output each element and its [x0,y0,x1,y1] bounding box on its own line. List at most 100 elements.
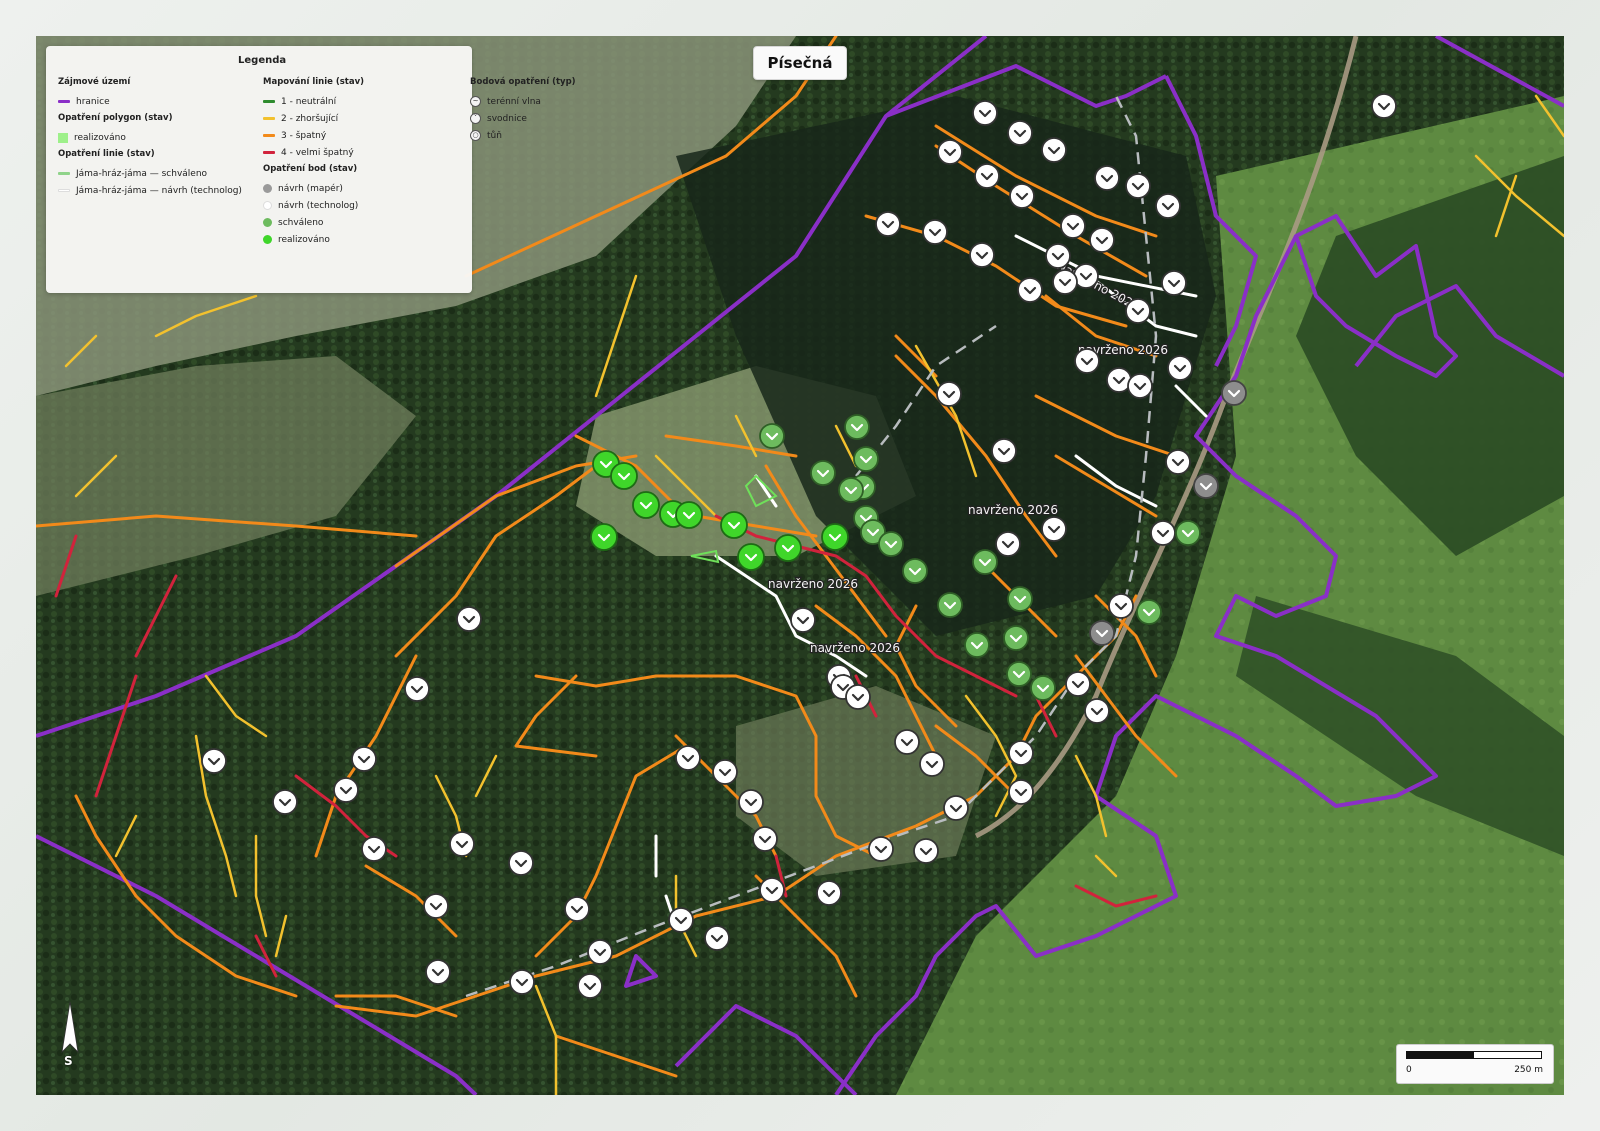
point-marker[interactable] [1052,269,1078,295]
point-marker[interactable] [816,880,842,906]
point-marker[interactable] [853,446,879,472]
point-marker[interactable] [737,543,765,571]
point-marker[interactable] [1017,277,1043,303]
point-marker[interactable] [1009,183,1035,209]
point-marker[interactable] [632,491,660,519]
point-marker[interactable] [1041,137,1067,163]
point-marker[interactable] [361,836,387,862]
point-marker[interactable] [610,462,638,490]
point-marker[interactable] [1008,740,1034,766]
point-marker[interactable] [894,729,920,755]
point-marker[interactable] [964,632,990,658]
point-marker[interactable] [675,745,701,771]
point-marker[interactable] [922,219,948,245]
point-marker[interactable] [972,100,998,126]
line-swatch [263,134,275,137]
line-swatch [58,172,70,175]
point-marker[interactable] [1108,593,1134,619]
point-marker[interactable] [1007,586,1033,612]
point-marker[interactable] [1089,227,1115,253]
point-marker[interactable] [790,607,816,633]
point-marker[interactable] [1065,671,1091,697]
point-marker[interactable] [1003,625,1029,651]
point-marker[interactable] [774,534,802,562]
point-marker[interactable] [1045,243,1071,269]
point-marker[interactable] [974,163,1000,189]
point-marker[interactable] [991,438,1017,464]
point-marker[interactable] [1155,193,1181,219]
point-marker[interactable] [590,523,618,551]
point-marker[interactable] [838,477,864,503]
point-marker[interactable] [845,684,871,710]
point-marker[interactable] [404,676,430,702]
point-marker[interactable] [1167,355,1193,381]
point-marker[interactable] [752,826,778,852]
point-marker[interactable] [508,850,534,876]
marker-circle [668,907,694,933]
point-marker[interactable] [913,838,939,864]
point-marker[interactable] [937,592,963,618]
point-marker[interactable] [201,748,227,774]
marker-circle [1045,243,1071,269]
point-marker[interactable] [1060,213,1086,239]
point-marker[interactable] [936,381,962,407]
point-marker[interactable] [1127,373,1153,399]
point-marker[interactable] [1136,599,1162,625]
point-marker[interactable] [868,836,894,862]
marker-circle [1193,473,1219,499]
point-marker[interactable] [759,423,785,449]
point-marker[interactable] [1089,620,1115,646]
point-marker[interactable] [1221,380,1247,406]
point-marker[interactable] [844,414,870,440]
point-marker[interactable] [675,501,703,529]
point-marker[interactable] [759,877,785,903]
point-marker[interactable] [937,139,963,165]
point-marker[interactable] [821,523,849,551]
point-marker[interactable] [902,558,928,584]
marker-circle [712,759,738,785]
point-marker[interactable] [1371,93,1397,119]
point-marker[interactable] [1161,270,1187,296]
point-marker[interactable] [668,907,694,933]
point-marker[interactable] [712,759,738,785]
point-marker[interactable] [456,606,482,632]
point-marker[interactable] [1125,298,1151,324]
point-marker[interactable] [351,746,377,772]
point-marker[interactable] [720,511,748,539]
point-marker[interactable] [943,795,969,821]
point-marker[interactable] [810,460,836,486]
legend-item-bad: 3 - špatný [263,127,364,144]
point-marker[interactable] [1175,520,1201,546]
point-marker[interactable] [449,831,475,857]
point-marker[interactable] [425,959,451,985]
point-marker[interactable] [1041,516,1067,542]
point-marker[interactable] [509,969,535,995]
point-marker[interactable] [1074,348,1100,374]
point-marker[interactable] [1007,120,1033,146]
point-marker[interactable] [1008,779,1034,805]
point-marker[interactable] [1165,449,1191,475]
point-marker[interactable] [972,549,998,575]
point-marker[interactable] [1193,473,1219,499]
point-marker[interactable] [969,242,995,268]
point-marker[interactable] [919,751,945,777]
point-marker[interactable] [1125,173,1151,199]
point-marker[interactable] [875,211,901,237]
point-marker[interactable] [272,789,298,815]
point-marker[interactable] [704,925,730,951]
marker-circle [845,684,871,710]
point-marker[interactable] [1094,165,1120,191]
point-marker[interactable] [1006,661,1032,687]
point-marker[interactable] [995,531,1021,557]
marker-circle [632,491,660,519]
point-marker[interactable] [423,893,449,919]
point-marker[interactable] [878,531,904,557]
point-marker[interactable] [577,973,603,999]
point-marker[interactable] [587,939,613,965]
point-marker[interactable] [564,896,590,922]
point-marker[interactable] [738,789,764,815]
point-marker[interactable] [1030,675,1056,701]
point-marker[interactable] [1150,520,1176,546]
point-marker[interactable] [333,777,359,803]
point-marker[interactable] [1084,698,1110,724]
